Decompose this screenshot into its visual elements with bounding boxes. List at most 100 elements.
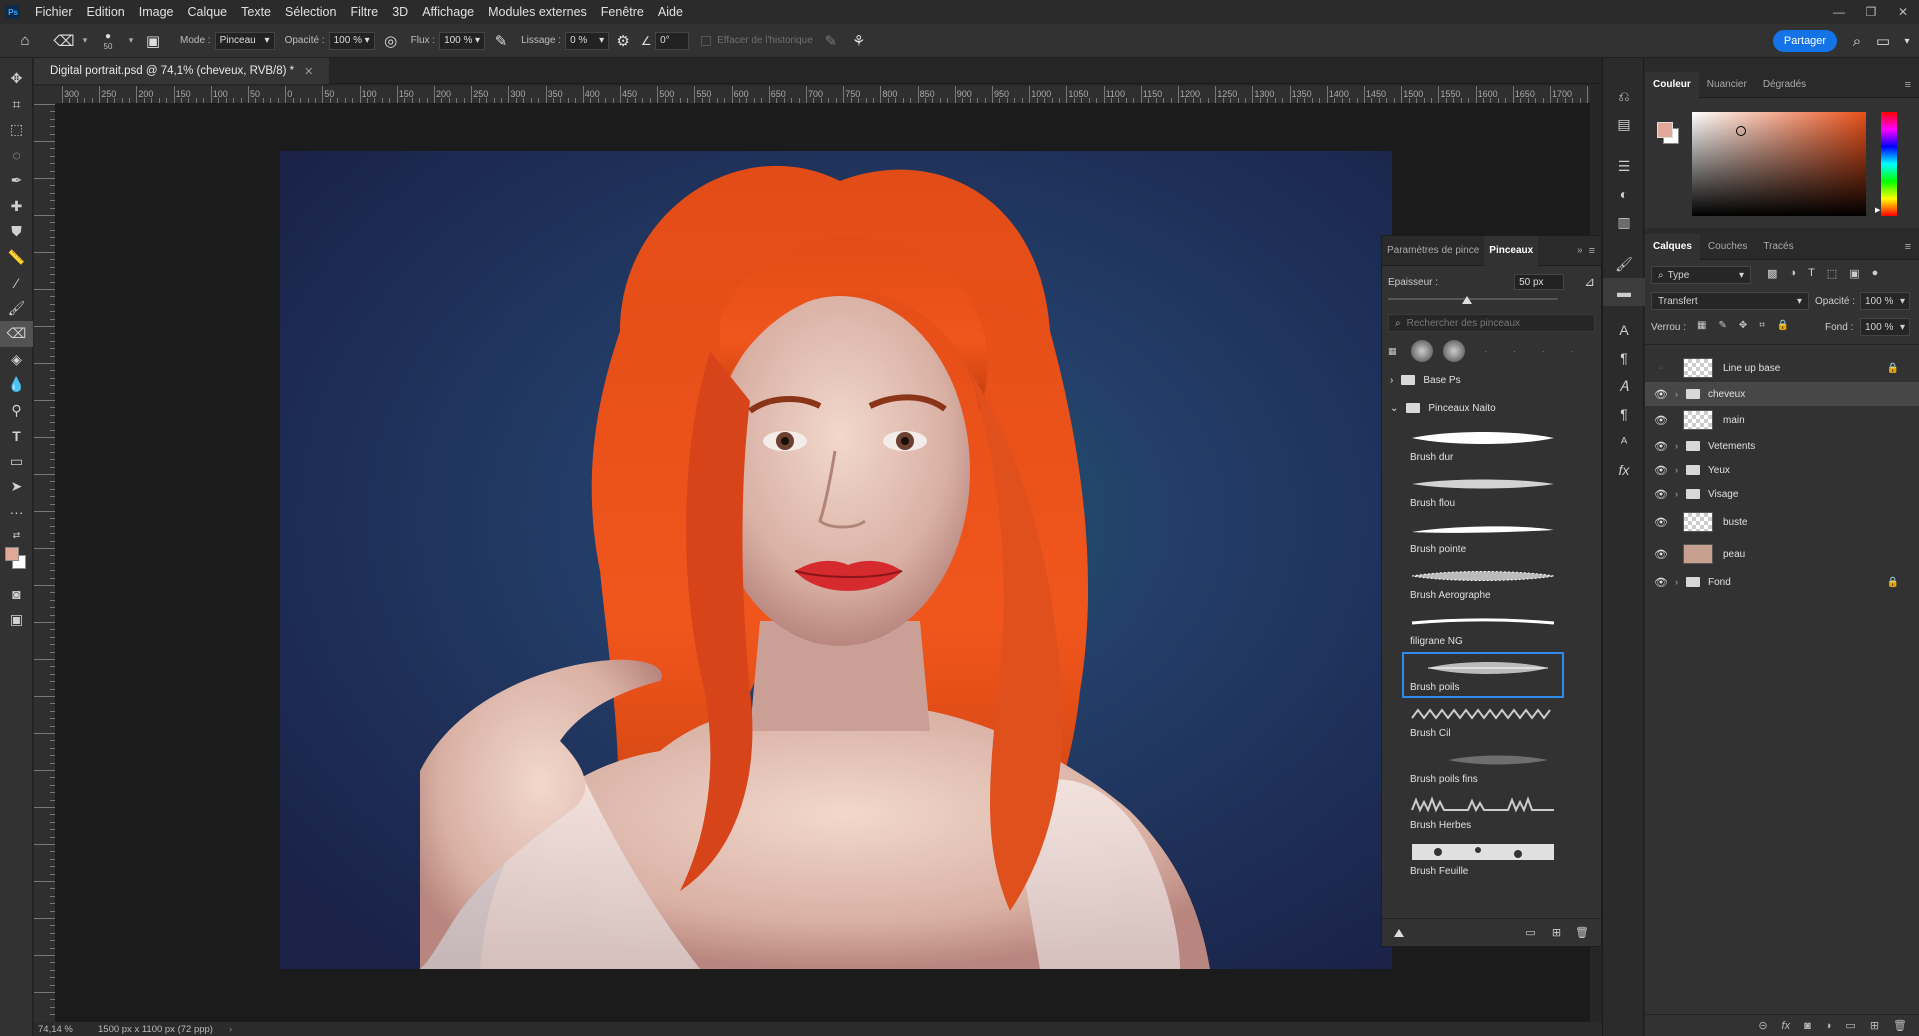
layer-filter-select[interactable]: ⌕ Type ▾	[1651, 266, 1751, 284]
more-tools-icon[interactable]: ···	[0, 500, 33, 526]
tab-degrades[interactable]: Dégradés	[1755, 72, 1814, 98]
layer-row-selected[interactable]: 👁 › cheveux	[1645, 382, 1919, 406]
adjustments-icon[interactable]: ☰	[1603, 152, 1645, 180]
eye-icon[interactable]: 👁	[1653, 516, 1669, 529]
pixel-filter-icon[interactable]: ▩	[1767, 267, 1777, 280]
brush-folder-pinceaux-naito[interactable]: ⌄ Pinceaux Naito	[1382, 394, 1601, 422]
link-layers-icon[interactable]: ⊝	[1758, 1019, 1767, 1032]
airbrush-icon[interactable]: ✎	[485, 24, 517, 58]
recent-brush-small[interactable]: ·	[1542, 347, 1545, 356]
add-mask-icon[interactable]: ◙	[1804, 1020, 1811, 1032]
glyphs-icon[interactable]: 𝐴	[1603, 372, 1645, 400]
brush-item[interactable]: Brush Feuille	[1402, 836, 1564, 882]
lock-pixels-icon[interactable]: ✎	[1718, 320, 1726, 331]
menu-image[interactable]: Image	[132, 0, 181, 24]
layer-row[interactable]: 👁 main	[1645, 408, 1919, 432]
layer-row[interactable]: 👁 › Visage	[1645, 482, 1919, 506]
panel-menu-icon[interactable]: ≡	[1905, 241, 1911, 253]
swap-colors-icon[interactable]: ⇄	[0, 525, 33, 545]
collapse-panel-icon[interactable]: »	[1577, 245, 1589, 256]
shape-filter-icon[interactable]: ⬚	[1827, 267, 1837, 280]
chevron-right-icon[interactable]: ›	[1675, 465, 1678, 475]
screen-mode-icon[interactable]: ▣	[0, 607, 33, 633]
layer-row[interactable]: 👁 peau	[1645, 542, 1919, 566]
smoothing-options-gear-icon[interactable]: ⚙	[609, 24, 637, 58]
layer-style-fx-icon[interactable]: fx	[1782, 1020, 1791, 1032]
fx-icon[interactable]: fx	[1603, 456, 1645, 484]
pressure-opacity-icon[interactable]: ◎	[375, 24, 407, 58]
brush-item-selected[interactable]: Brush poils	[1402, 652, 1564, 698]
brush-item[interactable]: Brush pointe	[1402, 514, 1564, 560]
tab-calques[interactable]: Calques	[1645, 233, 1700, 260]
brush-item[interactable]: Brush Cil	[1402, 698, 1564, 744]
brush-item[interactable]: filigrane NG	[1402, 606, 1564, 652]
adjustment-filter-icon[interactable]: ◑	[1789, 267, 1796, 280]
brush-item[interactable]: Brush dur	[1402, 422, 1564, 468]
workspace-icon[interactable]: ▭	[1871, 24, 1895, 58]
eraser-tool-icon[interactable]: ⌫	[0, 321, 33, 347]
brush-settings-icon[interactable]: ▬	[1603, 278, 1645, 306]
home-icon[interactable]: ⌂	[0, 24, 50, 58]
layer-opacity-input[interactable]: 100 % ▾	[1860, 292, 1910, 310]
move-tool-icon[interactable]: ✥	[0, 66, 33, 92]
filter-toggle-icon[interactable]: ●	[1872, 267, 1879, 280]
new-group-icon[interactable]: ▭	[1845, 1019, 1855, 1032]
eye-icon[interactable]: 👁	[1653, 488, 1669, 501]
brush-size-picker[interactable]: ● 50	[92, 24, 124, 58]
panel-menu-icon[interactable]: ≡	[1589, 245, 1601, 257]
brush-item[interactable]: Brush poils fins	[1402, 744, 1564, 790]
recent-brush-small[interactable]: ·	[1571, 347, 1574, 356]
size-slider-thumb[interactable]	[1462, 296, 1472, 304]
quick-mask-icon[interactable]: ◙	[0, 581, 33, 607]
pressure-size-icon[interactable]: ✎	[813, 24, 849, 58]
restore-icon[interactable]: ❐	[1855, 0, 1887, 24]
paint-bucket-icon[interactable]: ◈	[0, 347, 33, 373]
chevron-down-icon[interactable]: ▾	[78, 24, 92, 58]
chevron-right-icon[interactable]: ›	[1675, 489, 1678, 499]
character-styles-icon[interactable]: ᴬ	[1603, 428, 1645, 456]
layer-row[interactable]: 👁 › Vetements	[1645, 434, 1919, 458]
ruler-origin[interactable]	[34, 86, 56, 104]
close-tab-icon[interactable]: ✕	[304, 65, 313, 78]
hue-slider-thumb[interactable]: ▶	[1875, 206, 1880, 214]
healing-brush-icon[interactable]: ✚	[0, 194, 33, 220]
fill-input[interactable]: 100 % ▾	[1860, 318, 1910, 336]
character-icon[interactable]: A	[1603, 316, 1645, 344]
crop-tool-icon[interactable]: ⌗	[0, 92, 33, 118]
mode-select[interactable]: Pinceau ▾	[214, 31, 275, 50]
dodge-tool-icon[interactable]: ⚲	[0, 398, 33, 424]
menu-texte[interactable]: Texte	[234, 0, 278, 24]
smoothing-input[interactable]: 0 % ▾	[565, 31, 610, 50]
opacity-input[interactable]: 100 % ▾	[328, 31, 375, 50]
chevron-down-icon[interactable]: ▾	[1897, 24, 1917, 58]
new-folder-icon[interactable]: ▭	[1525, 926, 1535, 939]
lock-transparency-icon[interactable]: ▦	[1697, 320, 1706, 331]
flow-input[interactable]: 100 % ▾	[439, 31, 486, 50]
chevron-right-icon[interactable]: ›	[1675, 389, 1678, 399]
paragraph-icon[interactable]: ¶	[1603, 344, 1645, 372]
menu-filtre[interactable]: Filtre	[343, 0, 385, 24]
document-canvas[interactable]	[56, 104, 1602, 1022]
document-tab[interactable]: Digital portrait.psd @ 74,1% (cheveux, R…	[34, 58, 330, 84]
size-slider[interactable]	[1388, 294, 1595, 306]
rectangle-tool-icon[interactable]: ▭	[0, 449, 33, 475]
recent-brush-soft[interactable]	[1442, 340, 1465, 362]
tab-nuancier[interactable]: Nuancier	[1699, 72, 1755, 98]
brush-folder-base-ps[interactable]: › Base Ps	[1382, 366, 1601, 394]
menu-edition[interactable]: Edition	[80, 0, 132, 24]
eyedropper-tool-icon[interactable]: ⁄	[0, 270, 33, 296]
chevron-down-icon[interactable]: ▾	[124, 24, 138, 58]
chevron-right-icon[interactable]: ›	[1675, 441, 1678, 451]
tab-brushes[interactable]: Pinceaux	[1484, 235, 1539, 266]
delete-icon[interactable]: 🗑	[1575, 926, 1589, 939]
size-input[interactable]: 50 px	[1514, 274, 1565, 290]
eye-icon[interactable]: 👁	[1653, 464, 1669, 477]
canvas-area[interactable]	[56, 104, 1602, 1022]
status-menu-chevron-icon[interactable]: ›	[229, 1024, 232, 1035]
eye-icon[interactable]: 👁	[1653, 414, 1669, 427]
eye-icon[interactable]: 👁	[1653, 440, 1669, 453]
new-brush-icon[interactable]: ⊿	[1584, 274, 1595, 290]
eye-icon[interactable]: 👁	[1653, 388, 1669, 401]
styles-icon[interactable]: ◐	[1603, 180, 1645, 208]
menu-3d[interactable]: 3D	[385, 0, 415, 24]
